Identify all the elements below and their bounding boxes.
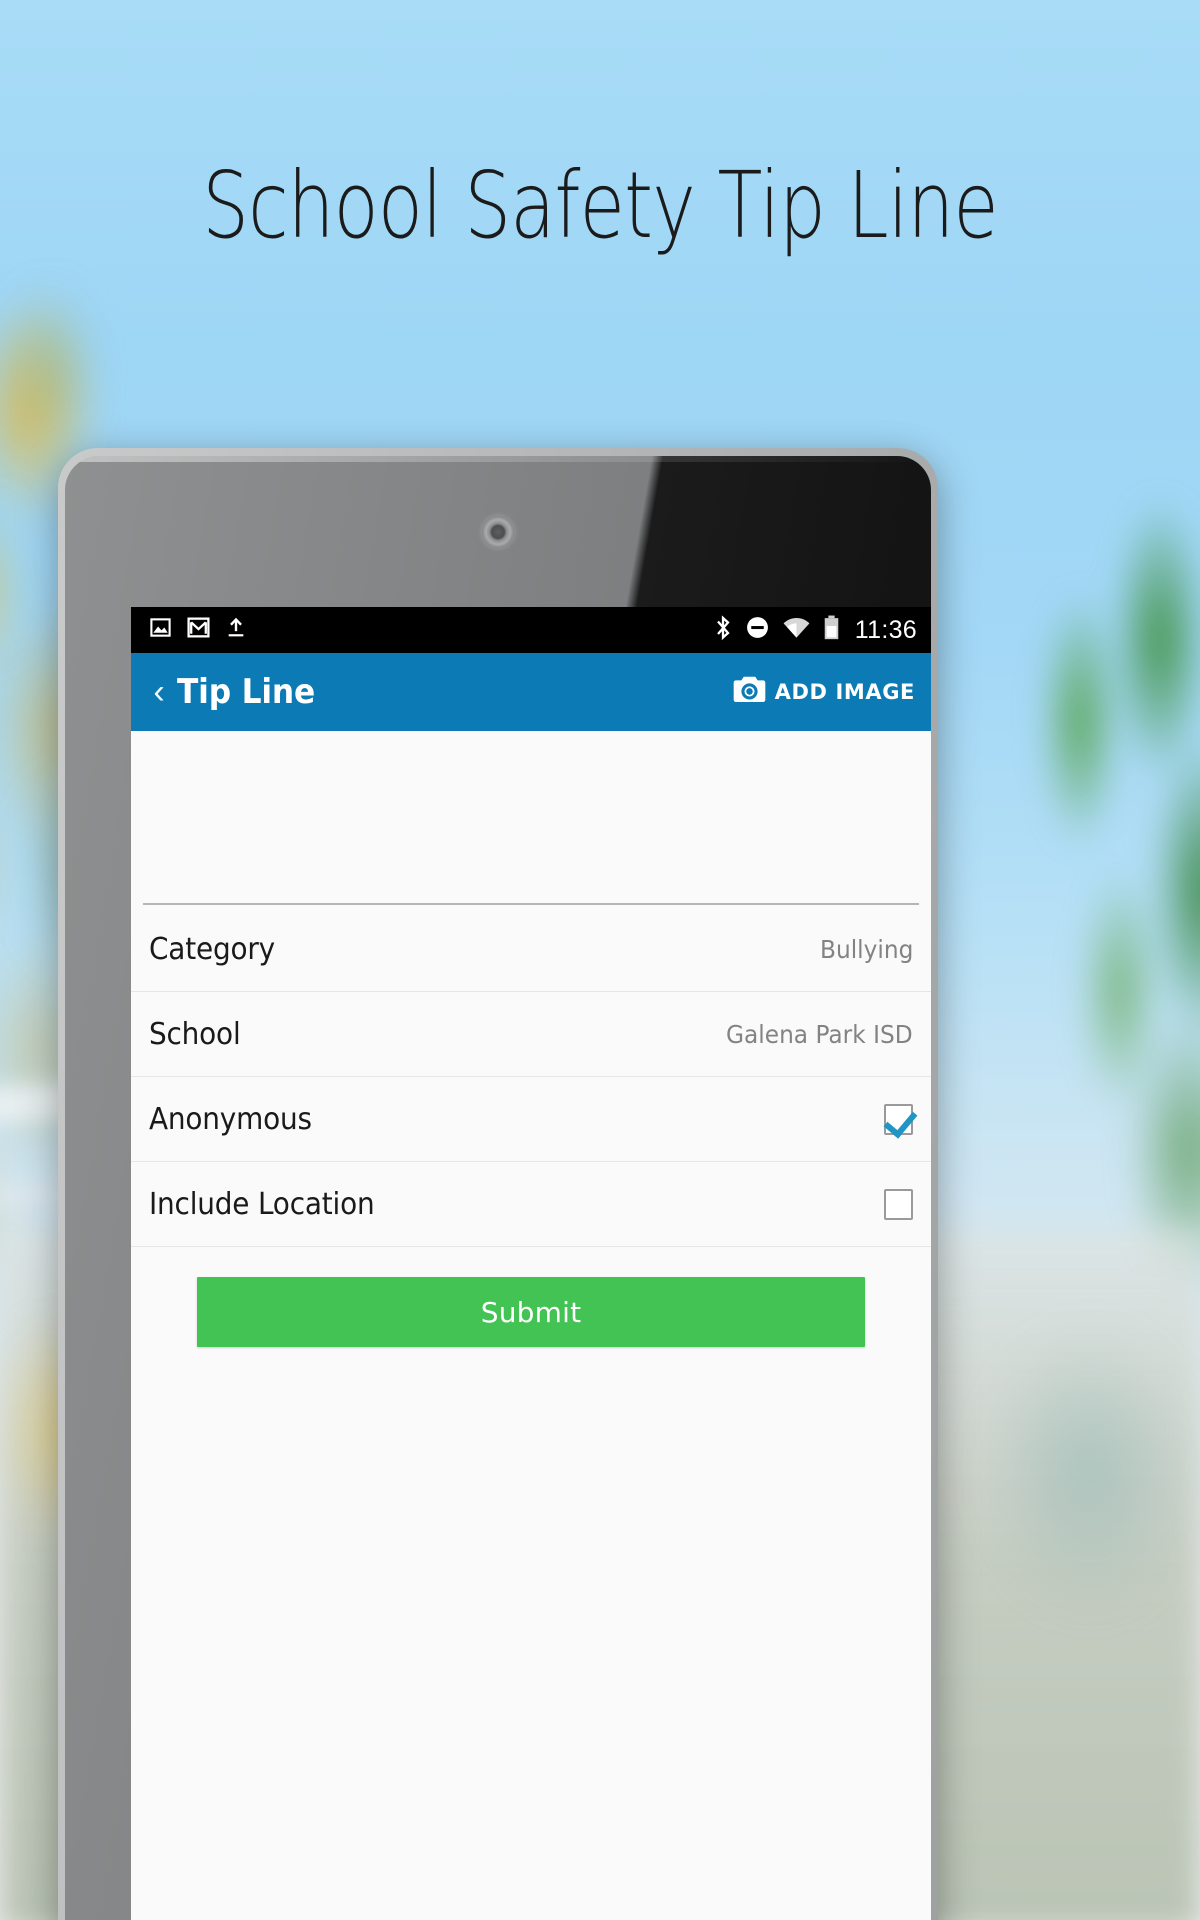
upload-icon: [225, 616, 247, 644]
status-bar-notifications: [149, 615, 247, 645]
include-location-label: Include Location: [149, 1186, 375, 1222]
blurred-trees-right: [920, 470, 1200, 1290]
camera-icon: [733, 676, 766, 708]
do-not-disturb-icon: [745, 615, 770, 645]
submit-button-wrapper: Submit: [131, 1247, 931, 1347]
form-row-anonymous[interactable]: Anonymous: [131, 1077, 931, 1162]
bezel-highlight: [65, 456, 931, 462]
school-value: Galena Park ISD: [726, 1019, 913, 1049]
form-row-school[interactable]: School Galena Park ISD: [131, 992, 931, 1077]
blurred-grass-right: [910, 1290, 1200, 1690]
form-row-category[interactable]: Category Bullying: [131, 907, 931, 992]
wifi-icon: [783, 617, 810, 644]
front-camera-icon: [482, 516, 514, 548]
status-bar-clock: 11:36: [854, 615, 917, 644]
tip-description-input[interactable]: [143, 749, 919, 905]
back-button[interactable]: ‹: [145, 675, 173, 709]
app-bar-title: Tip Line: [177, 672, 316, 712]
app-bar: ‹ Tip Line ADD IMAGE: [131, 653, 931, 731]
device-screen: 11:36 ‹ Tip Line ADD IMAGE Category Bull…: [131, 607, 931, 1920]
bluetooth-icon: [714, 614, 732, 646]
tablet-bezel: 11:36 ‹ Tip Line ADD IMAGE Category Bull…: [65, 456, 931, 1920]
battery-icon: [823, 615, 840, 645]
status-bar: 11:36: [131, 607, 931, 653]
screenshot-icon: [149, 616, 172, 644]
page-title: School Safety Tip Line: [202, 152, 998, 259]
anonymous-checkbox[interactable]: [884, 1103, 913, 1135]
category-value: Bullying: [819, 934, 913, 964]
add-image-button[interactable]: ADD IMAGE: [733, 676, 915, 708]
submit-button[interactable]: Submit: [197, 1277, 865, 1347]
form-empty-space: [131, 1347, 931, 1920]
add-image-label: ADD IMAGE: [774, 680, 915, 704]
category-label: Category: [149, 931, 275, 967]
anonymous-label: Anonymous: [149, 1101, 312, 1137]
tip-text-field-wrapper: [131, 731, 931, 907]
tip-form: Category Bullying School Galena Park ISD…: [131, 731, 931, 1920]
status-bar-system-icons: 11:36: [714, 614, 917, 646]
form-row-include-location[interactable]: Include Location: [131, 1162, 931, 1247]
gmail-icon: [186, 615, 211, 645]
tablet-device-frame: 11:36 ‹ Tip Line ADD IMAGE Category Bull…: [58, 448, 938, 1920]
include-location-checkbox[interactable]: [884, 1188, 913, 1220]
school-label: School: [149, 1016, 241, 1052]
